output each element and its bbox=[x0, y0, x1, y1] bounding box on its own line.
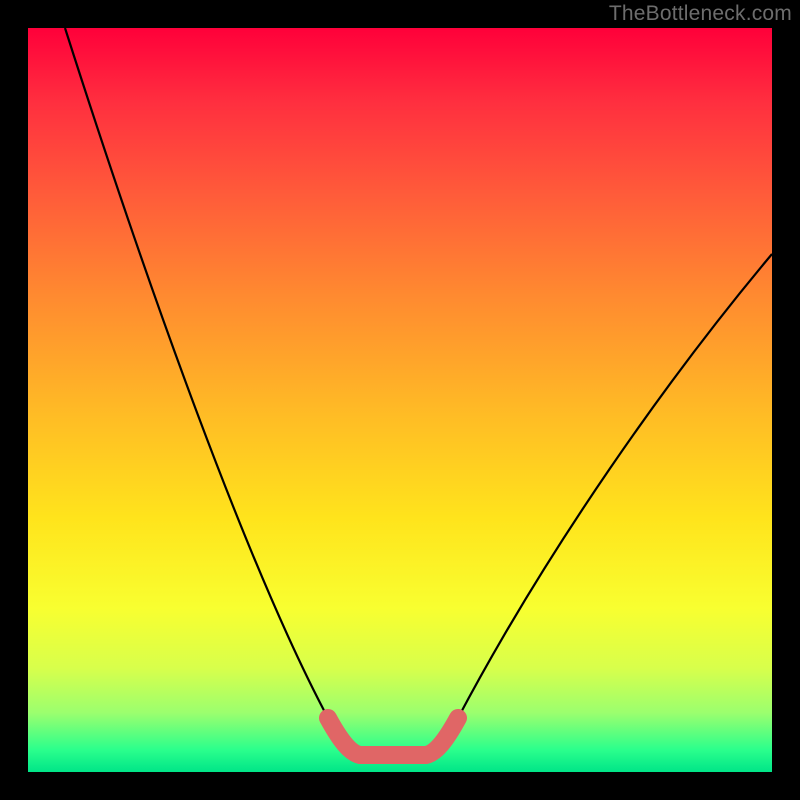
bottleneck-curve bbox=[65, 28, 772, 755]
plot-area bbox=[28, 28, 772, 772]
watermark-text: TheBottleneck.com bbox=[609, 2, 792, 26]
flat-segment-highlight bbox=[328, 718, 458, 755]
chart-frame: TheBottleneck.com bbox=[0, 0, 800, 800]
chart-svg bbox=[28, 28, 772, 772]
